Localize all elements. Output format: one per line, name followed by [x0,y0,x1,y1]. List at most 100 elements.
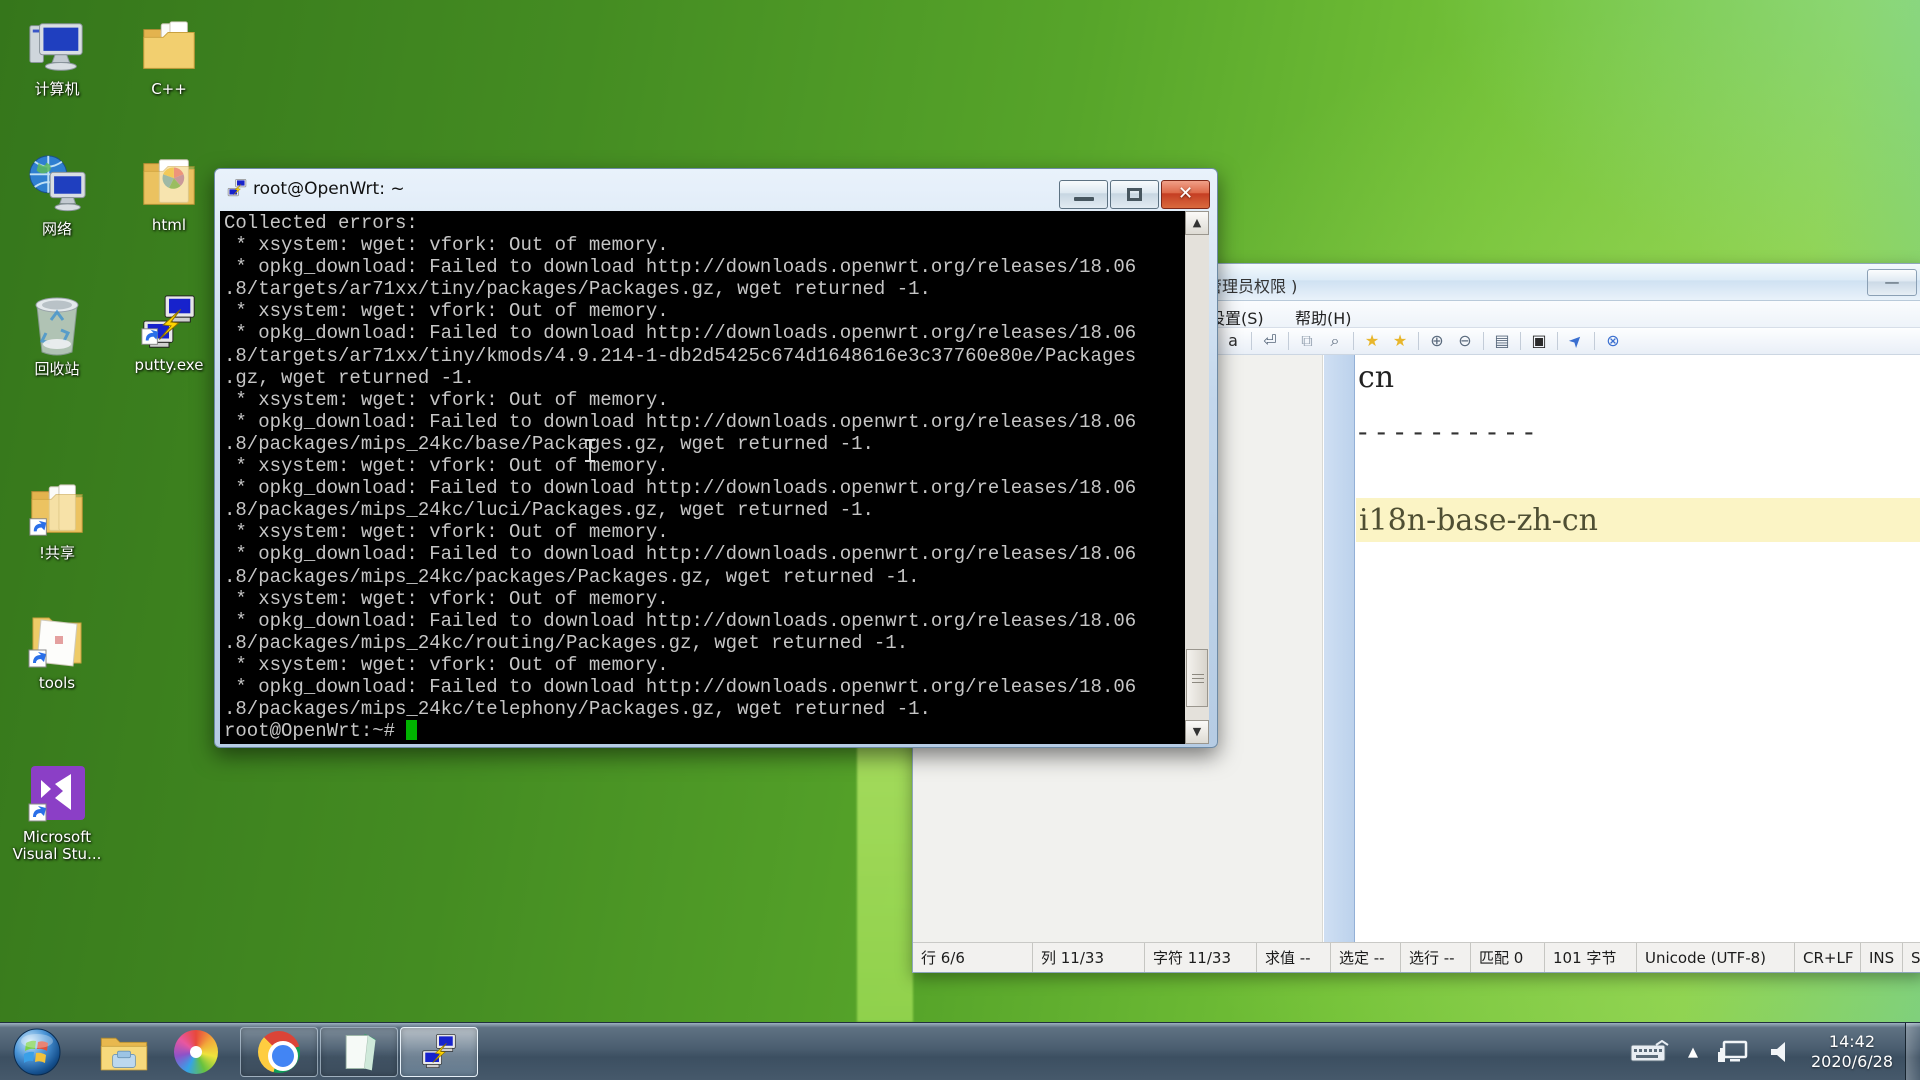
editor-text-area[interactable]: cn ---------- i18n-base-zh-cn [1356,355,1920,942]
folder-html-icon [143,159,195,205]
taskbar-clock[interactable]: 14:42 2020/6/28 [1811,1032,1893,1072]
terminal-line: * opkg_download: Failed to download http… [224,543,1137,566]
duplicate-icon[interactable]: ⧉ [1294,330,1320,352]
terminal-line: * opkg_download: Failed to download http… [224,322,1137,345]
putty-window-title: root@OpenWrt: ~ [253,179,405,199]
terminal-line: * opkg_download: Failed to download http… [224,477,1137,500]
toolbar-separator [1520,332,1521,350]
status-column: 列 11/33 [1033,943,1145,972]
pin-icon[interactable]: ➤ [1559,324,1593,358]
desktop-icon-visual-studio[interactable]: Microsoft Visual Stu... [4,762,110,863]
zoom-in-icon[interactable]: ⊕ [1424,330,1450,352]
status-insert-mode: INS [1861,943,1903,972]
putty-minimize-button[interactable] [1059,180,1108,209]
editor-statusbar: 行 6/6 列 11/33 字符 11/33 求值 -- 选定 -- 选行 --… [913,942,1920,972]
terminal-prompt-line: root@OpenWrt:~# [224,720,1187,742]
folder-shortcut-icon [28,617,82,668]
taskbar-browser-pinwheel-button[interactable] [166,1027,226,1077]
desktop-icon-cpp-folder[interactable]: C++ [116,16,222,98]
taskbar-editor-button[interactable] [320,1027,398,1077]
taskbar-chrome-button[interactable] [240,1027,318,1077]
terminal-line: .8/packages/mips_24kc/base/Packages.gz, … [224,432,874,455]
document-line-1: cn [1358,360,1395,395]
pinwheel-browser-icon [174,1030,218,1074]
toolbar-separator [1418,332,1419,350]
putty-close-button[interactable]: ✕ [1161,180,1210,209]
status-encoding: Unicode (UTF-8) [1637,943,1795,972]
desktop-icon-network[interactable]: 网络 [4,152,110,238]
terminal-line: * opkg_download: Failed to download http… [224,609,1137,632]
putty-maximize-button[interactable] [1110,180,1159,209]
close-document-icon[interactable]: ⊗ [1600,330,1626,352]
terminal-line: * xsystem: wget: vfork: Out of memory. [224,653,669,676]
terminal-output[interactable]: Collected errors: * xsystem: wget: vfork… [220,211,1187,744]
zoom-out-icon[interactable]: ⊖ [1452,330,1478,352]
desktop-icon-computer[interactable]: 计算机 [4,16,110,98]
input-method-keyboard-icon[interactable] [1630,1040,1670,1064]
network-icon [29,155,86,212]
putty-window[interactable]: root@OpenWrt: ~ ✕ Collected errors: * xs… [214,168,1218,748]
terminal-line: * opkg_download: Failed to download http… [224,410,1137,433]
font-icon[interactable]: a [1220,330,1246,352]
editor-minimize-button[interactable]: — [1867,269,1917,296]
status-selected: 选定 -- [1331,943,1401,972]
terminal-line: * xsystem: wget: vfork: Out of memory. [224,300,669,323]
volume-tray-icon[interactable] [1768,1039,1794,1065]
terminal-line: .8/packages/mips_24kc/packages/Packages.… [224,565,920,588]
favorites-icon[interactable]: ★ [1359,330,1385,352]
terminal-line: * xsystem: wget: vfork: Out of memory. [224,587,669,610]
folder-shortcut-icon [29,484,83,536]
network-tray-icon[interactable] [1716,1038,1750,1066]
word-wrap-icon[interactable]: ⏎ [1257,330,1283,352]
menu-help[interactable]: 帮助(H) [1295,305,1352,329]
putty-icon [422,1034,456,1068]
show-desktop-button[interactable] [1905,1023,1920,1080]
taskbar-explorer-button[interactable] [92,1027,156,1077]
windows-start-icon [13,1028,61,1076]
desktop-icon-html-folder[interactable]: html [116,152,222,234]
status-selected-lines: 选行 -- [1401,943,1471,972]
outline-icon[interactable]: ▤ [1489,330,1515,352]
recycle-bin-icon [35,297,79,356]
desktop-icon-label: html [151,216,187,234]
taskbar: ▲ 14:42 2020/6/28 [0,1022,1920,1080]
terminal-line: Collected errors: [224,212,418,234]
find-icon[interactable]: ⌕ [1322,330,1348,352]
toolbar-separator [1483,332,1484,350]
scrollbar-thumb[interactable] [1186,649,1208,707]
maximize-icon [1127,188,1142,201]
scroll-down-icon[interactable]: ▼ [1185,720,1209,744]
desktop-icon-label: !共享 [38,544,75,562]
desktop-icon-recycle-bin[interactable]: 回收站 [4,292,110,378]
folder-icon [143,21,195,69]
status-eval: 求值 -- [1257,943,1331,972]
terminal-line: .8/targets/ar71xx/tiny/packages/Packages… [224,278,931,301]
terminal-line: .8/targets/ar71xx/tiny/kmods/4.9.214-1-d… [224,344,1137,367]
add-favorite-icon[interactable]: ★ [1387,330,1413,352]
desktop: 计算机 C++ 网络 html 回收站 putty.exe !共享 tools … [0,0,1920,1080]
clock-time: 14:42 [1828,1032,1876,1051]
document-highlight-text: i18n-base-zh-cn [1359,503,1598,538]
taskbar-putty-button[interactable] [400,1027,478,1077]
chrome-icon [258,1031,300,1073]
putty-icon [141,295,195,348]
scroll-up-icon[interactable]: ▲ [1185,211,1209,235]
editor-window-title: 管理员权限 ) [1206,277,1298,296]
document-line-dashes: ---------- [1358,415,1543,448]
start-button[interactable] [8,1027,66,1077]
desktop-icon-tools-folder[interactable]: tools [4,608,110,692]
console-icon[interactable]: ▣ [1526,330,1552,352]
desktop-icon-label: Microsoft Visual Stu... [12,828,102,863]
desktop-icon-putty[interactable]: putty.exe [116,292,222,374]
terminal-scrollbar[interactable]: ▲ ▼ [1185,211,1209,744]
desktop-icon-share-folder[interactable]: !共享 [4,480,110,562]
toolbar-separator [1288,332,1289,350]
show-hidden-icons-button[interactable]: ▲ [1688,1045,1698,1060]
mouse-ibeam-cursor [585,439,595,462]
terminal-line: .8/packages/mips_24kc/luci/Packages.gz, … [224,499,874,522]
minimize-icon [1074,197,1094,201]
current-line-highlight: i18n-base-zh-cn [1356,498,1920,542]
status-bytes: 101 字节 [1545,943,1637,972]
putty-titlebar[interactable]: root@OpenWrt: ~ ✕ [215,169,1217,211]
desktop-icon-label: C++ [151,80,187,98]
